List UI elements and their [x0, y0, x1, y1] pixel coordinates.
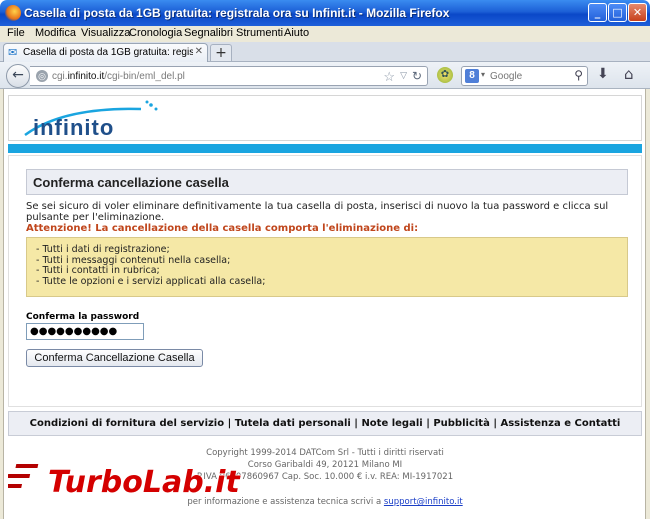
menu-strumenti[interactable]: Strumenti: [236, 27, 283, 39]
footer-link-conditions[interactable]: Condizioni di fornitura del servizio: [30, 418, 224, 429]
reload-icon[interactable]: ↻: [412, 69, 422, 83]
menu-file[interactable]: File: [7, 27, 25, 39]
tab-label: Casella di posta da 1GB gratuita: regist…: [23, 47, 193, 58]
list-item: - Tutti i contatti in rubrica;: [36, 265, 160, 276]
maximize-button[interactable]: □: [608, 3, 627, 22]
search-box[interactable]: 8 ▾ ⚲: [461, 66, 588, 86]
footer-link-support[interactable]: Assistenza e Contatti: [500, 418, 620, 429]
history-dropdown-icon[interactable]: ▽: [400, 70, 407, 81]
new-tab-button[interactable]: +: [210, 44, 232, 61]
minimize-button[interactable]: _: [588, 3, 607, 22]
addon-icon[interactable]: ✿: [437, 67, 453, 83]
window-title: Casella di posta da 1GB gratuita: regist…: [24, 6, 450, 20]
tab-close-icon[interactable]: ✕: [195, 46, 203, 57]
menu-modifica[interactable]: Modifica: [35, 27, 76, 39]
menu-aiuto[interactable]: Aiuto: [284, 27, 309, 39]
globe-icon: ◎: [36, 70, 48, 82]
navigation-bar: ◎ cgi.infinito.it/cgi-bin/eml_del.pl ☆ ▽…: [0, 62, 650, 89]
tab-infinito[interactable]: ✉ Casella di posta da 1GB gratuita: regi…: [3, 43, 208, 62]
page-viewport: infinito Conferma cancellazione casella …: [0, 89, 650, 519]
consequences-box: - Tutti i dati di registrazione; - Tutti…: [26, 237, 628, 297]
home-icon[interactable]: ⌂: [624, 65, 634, 83]
window-title-bar: Casella di posta da 1GB gratuita: regist…: [0, 0, 650, 26]
search-icon[interactable]: ⚲: [574, 68, 583, 82]
back-arrow-icon: ←: [12, 67, 24, 83]
support-email-link[interactable]: support@infinito.it: [384, 497, 463, 507]
download-icon[interactable]: ⬇: [597, 66, 609, 82]
google-engine-icon[interactable]: 8: [465, 69, 479, 83]
password-field[interactable]: [26, 323, 144, 340]
footer-link-legal[interactable]: Note legali: [361, 418, 422, 429]
tab-bar: ✉ Casella di posta da 1GB gratuita: regi…: [0, 42, 650, 62]
search-input[interactable]: [490, 69, 568, 83]
footer-link-privacy[interactable]: Tutela dati personali: [235, 418, 351, 429]
menu-visualizza[interactable]: Visualizza: [81, 27, 130, 39]
list-item: - Tutti i dati di registrazione;: [36, 244, 170, 255]
bookmark-star-icon[interactable]: ☆: [383, 69, 395, 85]
menu-segnalibri[interactable]: Segnalibri: [184, 27, 233, 39]
main-content: Conferma cancellazione casella Se sei si…: [8, 155, 642, 407]
menu-cronologia[interactable]: Cronologia: [129, 27, 182, 39]
watermark-text: TurboLab.it: [48, 465, 241, 500]
list-item: - Tutte le opzioni e i servizi applicati…: [36, 275, 266, 287]
address-bar[interactable]: ◎ cgi.infinito.it/cgi-bin/eml_del.pl ☆ ▽…: [30, 66, 428, 86]
warning-text: Attenzione! La cancellazione della casel…: [26, 223, 419, 234]
logo-text: infinito: [33, 115, 115, 140]
footer-links: Condizioni di fornitura del servizio | T…: [8, 411, 642, 436]
intro-text: Se sei sicuro di voler eliminare definit…: [26, 201, 609, 223]
engine-dropdown-icon[interactable]: ▾: [481, 70, 485, 79]
url-text[interactable]: cgi.infinito.it/cgi-bin/eml_del.pl: [52, 71, 185, 82]
accent-bar: [8, 144, 642, 153]
infinito-logo[interactable]: infinito: [23, 99, 163, 140]
firefox-icon: [5, 5, 21, 21]
page-favicon-icon: ✉: [8, 47, 18, 59]
turbolab-watermark: TurboLab.it: [8, 464, 242, 501]
close-window-button[interactable]: ✕: [628, 3, 647, 22]
back-button[interactable]: ←: [6, 64, 30, 88]
confirm-delete-button[interactable]: Conferma Cancellazione Casella: [26, 349, 203, 367]
password-label: Conferma la password: [26, 312, 140, 322]
section-title: Conferma cancellazione casella: [26, 169, 628, 195]
footer-link-advertising[interactable]: Pubblicità: [433, 418, 490, 429]
menu-bar: File Modifica Visualizza Cronologia Segn…: [0, 26, 650, 42]
